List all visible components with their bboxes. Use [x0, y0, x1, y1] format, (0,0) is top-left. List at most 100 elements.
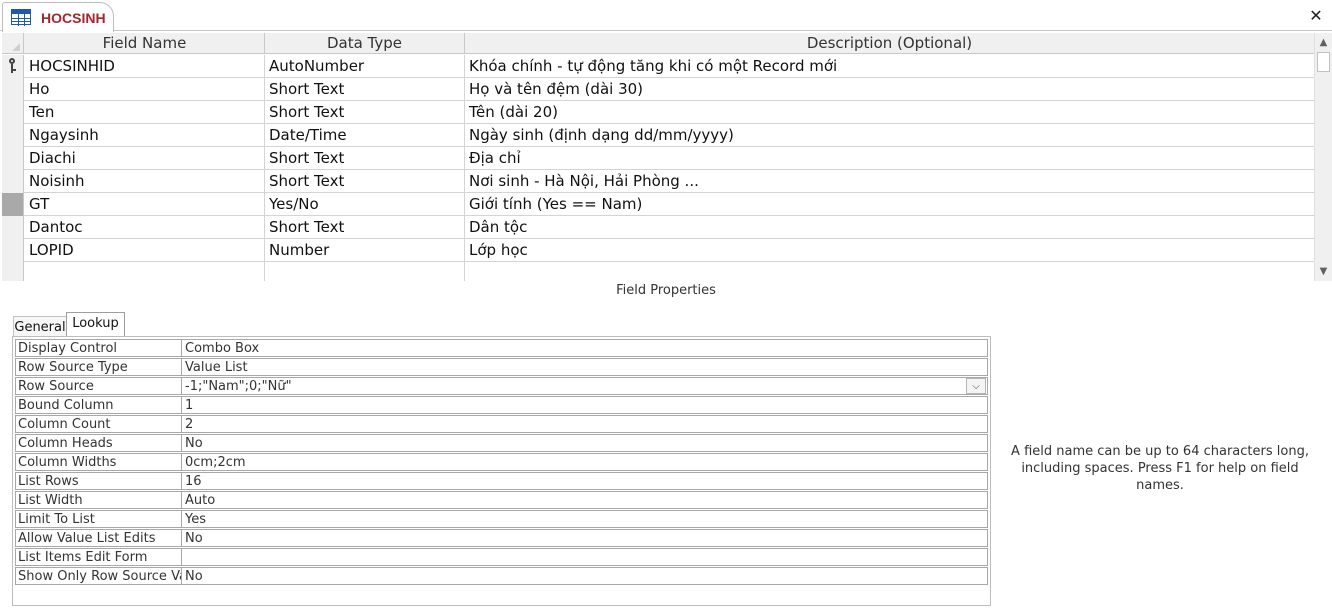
tab-title: HOCSINH [41, 10, 106, 26]
description-cell[interactable]: Dân tộc [465, 216, 1314, 239]
field-name-cell[interactable]: Diachi [25, 147, 265, 170]
row-selector[interactable] [2, 55, 24, 78]
grid-vertical-scrollbar[interactable]: ▲ ▼ [1314, 33, 1332, 281]
property-value: No [185, 569, 203, 584]
help-text: A field name can be up to 64 characters … [1011, 444, 1309, 493]
table-row[interactable]: Diachi Short Text Địa chỉ [2, 147, 1314, 170]
property-value: 1 [185, 398, 194, 413]
table-row[interactable]: GT Yes/No Giới tính (Yes == Nam) [2, 193, 1314, 216]
data-type-cell[interactable]: Short Text [265, 78, 465, 101]
property-value-field[interactable]: Combo Box [181, 339, 988, 357]
row-selector[interactable] [2, 170, 24, 193]
header-data-type: Data Type [265, 33, 465, 54]
field-name-cell[interactable]: HOCSINHID [25, 55, 265, 78]
property-value-field[interactable]: 0cm;2cm [181, 453, 988, 471]
table-design-grid: Field Name Data Type Description (Option… [2, 33, 1314, 281]
field-name-cell[interactable]: Dantoc [25, 216, 265, 239]
data-type-cell[interactable]: Short Text [265, 170, 465, 193]
scroll-down-icon[interactable]: ▼ [1315, 263, 1332, 280]
field-name-cell[interactable]: LOPID [25, 239, 265, 262]
field-properties-label: Field Properties [616, 283, 716, 298]
row-selector[interactable] [2, 147, 24, 170]
tab-general[interactable]: General [13, 316, 67, 338]
property-label: Row Source [15, 377, 181, 395]
property-value-field[interactable]: 16 [181, 472, 988, 490]
property-value-field[interactable]: 1 [181, 396, 988, 414]
tab-lookup[interactable]: Lookup [66, 312, 125, 338]
property-label: Column Count [15, 415, 181, 433]
scroll-up-icon[interactable]: ▲ [1315, 34, 1332, 51]
header-description: Description (Optional) [806, 34, 973, 52]
row-selector[interactable] [2, 101, 24, 124]
table-icon [11, 9, 31, 26]
property-value-field[interactable]: Auto [181, 491, 988, 509]
document-tab-hocsinh[interactable]: HOCSINH [2, 2, 114, 32]
data-type-cell[interactable]: AutoNumber [265, 55, 465, 78]
data-type-cell[interactable]: Short Text [265, 216, 465, 239]
data-type-cell[interactable] [265, 262, 465, 281]
row-selector[interactable] [2, 262, 24, 281]
property-value: No [185, 531, 203, 546]
property-value: Yes [185, 512, 206, 527]
table-row[interactable]: Ho Short Text Họ và tên đệm (dài 30) [2, 78, 1314, 101]
document-tab-strip: HOCSINH ✕ [0, 0, 1332, 32]
description-cell[interactable]: Địa chỉ [465, 147, 1314, 170]
property-row: Show Only Row Source Valu No [15, 567, 989, 586]
table-row[interactable] [2, 262, 1314, 281]
field-name-cell[interactable]: Ho [25, 78, 265, 101]
table-row[interactable]: Noisinh Short Text Nơi sinh - Hà Nội, Hải … [2, 170, 1314, 193]
table-row[interactable]: Dantoc Short Text Dân tộc [2, 216, 1314, 239]
property-value-field[interactable]: Yes [181, 510, 988, 528]
chevron-down-icon[interactable]: ⌵ [966, 378, 986, 394]
property-row: Limit To List Yes [15, 510, 989, 529]
property-row: Display Control Combo Box [15, 339, 989, 358]
data-type-cell[interactable]: Date/Time [265, 124, 465, 147]
row-selector[interactable] [2, 216, 24, 239]
property-row: Row Source -1;"Nam";0;"Nữ" ⌵ [15, 377, 989, 396]
description-cell[interactable]: Lớp học [465, 239, 1314, 262]
property-value-field[interactable]: No [181, 529, 988, 547]
property-row: Column Widths 0cm;2cm [15, 453, 989, 472]
field-name-cell[interactable] [25, 262, 265, 281]
description-cell[interactable]: Họ và tên đệm (dài 30) [465, 78, 1314, 101]
property-value-field[interactable]: 2 [181, 415, 988, 433]
data-type-cell[interactable]: Yes/No [265, 193, 465, 216]
field-name-cell[interactable]: Noisinh [25, 170, 265, 193]
property-label: Display Control [15, 339, 181, 357]
property-value-field[interactable]: No [181, 434, 988, 452]
description-cell[interactable]: Khóa chính - tự động tăng khi có một Rec… [465, 55, 1314, 78]
property-value: -1;"Nam";0;"Nữ" [185, 379, 292, 394]
data-type-cell[interactable]: Short Text [265, 101, 465, 124]
description-cell[interactable]: Tên (dài 20) [465, 101, 1314, 124]
data-type-cell[interactable]: Number [265, 239, 465, 262]
field-name-cell[interactable]: GT [25, 193, 265, 216]
row-selector[interactable] [2, 78, 24, 101]
property-value-field[interactable]: Value List [181, 358, 988, 376]
row-selector[interactable] [2, 193, 24, 216]
row-selector[interactable] [2, 239, 24, 262]
description-cell[interactable]: Ngày sinh (định dạng dd/mm/yyyy) [465, 124, 1314, 147]
property-value: 16 [185, 474, 202, 489]
table-row[interactable]: HOCSINHID AutoNumber Khóa chính - tự động … [2, 55, 1314, 78]
close-icon[interactable]: ✕ [1306, 6, 1326, 26]
row-selector[interactable] [2, 124, 24, 147]
table-row[interactable]: Ngaysinh Date/Time Ngày sinh (định dạng dd… [2, 124, 1314, 147]
description-cell[interactable] [465, 262, 1314, 281]
property-value: 0cm;2cm [185, 455, 246, 470]
property-value-field[interactable]: No [181, 567, 988, 585]
property-value: Value List [185, 360, 248, 375]
description-cell[interactable]: Giới tính (Yes == Nam) [465, 193, 1314, 216]
property-value-field[interactable] [181, 548, 988, 566]
property-value: 2 [185, 417, 194, 432]
property-row: Bound Column 1 [15, 396, 989, 415]
field-name-cell[interactable]: Ngaysinh [25, 124, 265, 147]
property-row: Row Source Type Value List [15, 358, 989, 377]
table-row[interactable]: Ten Short Text Tên (dài 20) [2, 101, 1314, 124]
field-name-cell[interactable]: Ten [25, 101, 265, 124]
description-cell[interactable]: Nơi sinh - Hà Nội, Hải Phòng ... [465, 170, 1314, 193]
table-row[interactable]: LOPID Number Lớp học [2, 239, 1314, 262]
select-all-corner[interactable] [2, 33, 24, 54]
scroll-thumb[interactable] [1317, 52, 1330, 72]
property-value-field[interactable]: -1;"Nam";0;"Nữ" ⌵ [181, 377, 988, 395]
data-type-cell[interactable]: Short Text [265, 147, 465, 170]
